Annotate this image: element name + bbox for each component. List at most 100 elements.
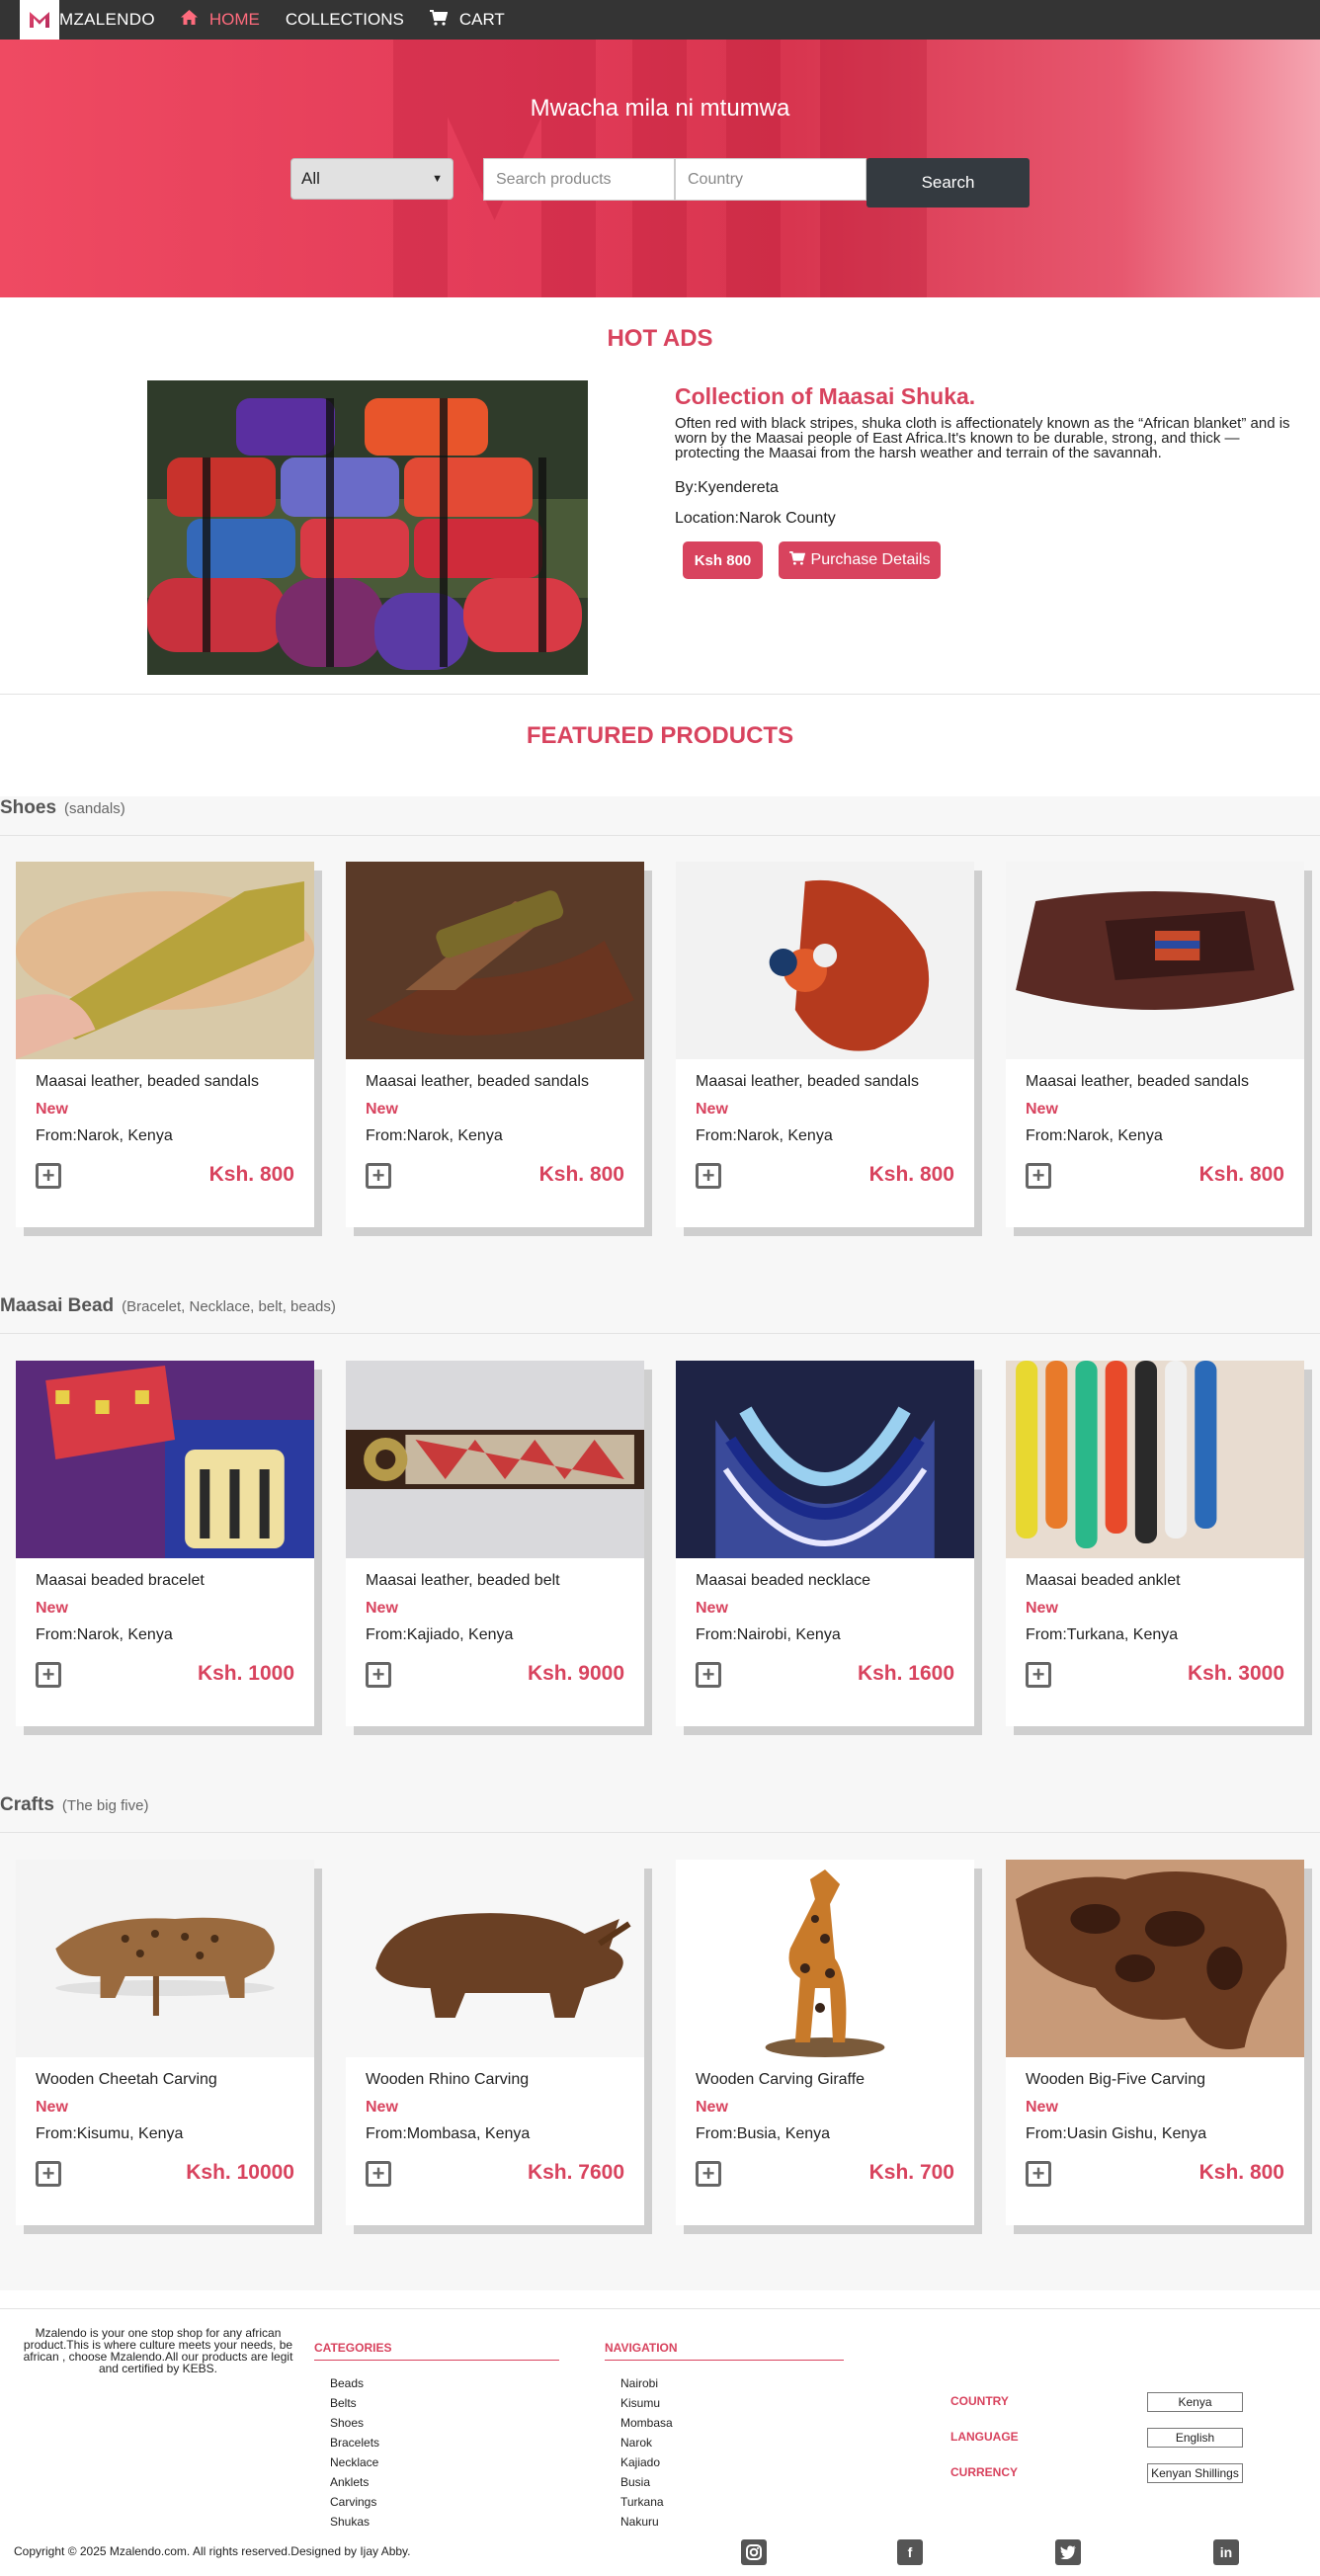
currency-select[interactable]: Kenyan Shillings <box>1147 2463 1243 2483</box>
brand[interactable]: MZALENDO <box>0 0 155 40</box>
product-card[interactable]: Maasai leather, beaded sandals New From:Na… <box>346 862 644 1227</box>
product-card[interactable]: Wooden Rhino Carving New From:Mombasa, Ken… <box>346 1860 644 2225</box>
product-image[interactable] <box>676 1860 974 2057</box>
product-origin: From:Kajiado, Kenya <box>366 1626 514 1643</box>
add-to-cart-icon[interactable]: + <box>1026 1163 1051 1189</box>
divider <box>314 2360 559 2361</box>
twitter-icon[interactable] <box>1055 2539 1081 2565</box>
product-image[interactable] <box>16 1860 314 2057</box>
product-card[interactable]: Maasai leather, beaded sandals New From:Na… <box>16 862 314 1227</box>
top-navbar: MZALENDO HOME COLLECTIONS CART <box>0 0 1320 40</box>
product-origin: From:Kisumu, Kenya <box>36 2125 184 2142</box>
footer-navigation-link[interactable]: Mombasa <box>620 2416 673 2430</box>
product-name[interactable]: Wooden Big-Five Carving <box>1026 2071 1205 2089</box>
instagram-icon[interactable] <box>741 2539 767 2565</box>
product-card[interactable]: Maasai leather, beaded sandals New From:Na… <box>1006 862 1304 1227</box>
nav-cart[interactable]: CART <box>429 9 505 31</box>
product-name[interactable]: Wooden Cheetah Carving <box>36 2071 217 2089</box>
product-image[interactable] <box>346 862 644 1059</box>
add-to-cart-icon[interactable]: + <box>36 2161 61 2187</box>
footer-category-link[interactable]: Shukas <box>330 2515 370 2529</box>
product-price: Ksh. 7600 <box>527 2161 624 2184</box>
footer-category-link[interactable]: Necklace <box>330 2455 378 2469</box>
add-to-cart-icon[interactable]: + <box>696 2161 721 2187</box>
hot-ad-location: Location:Narok County <box>675 510 836 527</box>
product-card[interactable]: Maasai beaded bracelet New From:Narok, Ken… <box>16 1361 314 1726</box>
product-name[interactable]: Wooden Rhino Carving <box>366 2071 529 2089</box>
product-badge: New <box>696 1101 728 1118</box>
product-image[interactable] <box>1006 1860 1304 2057</box>
product-image[interactable] <box>1006 862 1304 1059</box>
linkedin-icon[interactable]: in <box>1213 2539 1239 2565</box>
footer-navigation-link[interactable]: Kisumu <box>620 2396 660 2410</box>
product-image[interactable] <box>1006 1361 1304 1558</box>
footer-category-link[interactable]: Bracelets <box>330 2436 379 2450</box>
facebook-icon[interactable]: f <box>897 2539 923 2565</box>
product-origin: From:Narok, Kenya <box>696 1127 833 1144</box>
nav-collections[interactable]: COLLECTIONS <box>286 10 404 30</box>
category-select[interactable]: All ▼ <box>290 158 454 200</box>
product-image[interactable] <box>676 1361 974 1558</box>
search-input[interactable]: Search products <box>483 158 675 201</box>
product-name[interactable]: Maasai leather, beaded sandals <box>1026 1073 1249 1091</box>
footer-navigation-heading: NAVIGATION <box>605 2341 678 2355</box>
add-to-cart-icon[interactable]: + <box>696 1662 721 1688</box>
product-image[interactable] <box>16 862 314 1059</box>
product-name[interactable]: Maasai leather, beaded sandals <box>696 1073 919 1091</box>
nav-home[interactable]: HOME <box>180 10 260 30</box>
footer-navigation-link[interactable]: Kajiado <box>620 2455 660 2469</box>
product-name[interactable]: Maasai leather, beaded belt <box>366 1572 560 1590</box>
footer-category-link[interactable]: Shoes <box>330 2416 364 2430</box>
product-name[interactable]: Maasai beaded necklace <box>696 1572 870 1590</box>
product-card[interactable]: Wooden Cheetah Carving New From:Kisumu, Ke… <box>16 1860 314 2225</box>
search-button[interactable]: Search <box>866 158 1030 208</box>
product-card[interactable]: Maasai beaded anklet New From:Turkana, Ken… <box>1006 1361 1304 1726</box>
footer-category-link[interactable]: Beads <box>330 2376 364 2390</box>
product-card[interactable]: Wooden Big-Five Carving New From:Uasin Gis… <box>1006 1860 1304 2225</box>
product-card[interactable]: Maasai leather, beaded belt New From:Kajia… <box>346 1361 644 1726</box>
add-to-cart-icon[interactable]: + <box>1026 1662 1051 1688</box>
product-image[interactable] <box>346 1860 644 2057</box>
product-card[interactable]: Maasai leather, beaded sandals New From:Na… <box>676 862 974 1227</box>
footer-navigation-link[interactable]: Nakuru <box>620 2515 659 2529</box>
product-image[interactable] <box>346 1361 644 1558</box>
product-name[interactable]: Wooden Carving Giraffe <box>696 2071 865 2089</box>
product-card[interactable]: Wooden Carving Giraffe New From:Busia, Ken… <box>676 1860 974 2225</box>
add-to-cart-icon[interactable]: + <box>36 1163 61 1189</box>
add-to-cart-icon[interactable]: + <box>366 2161 391 2187</box>
hot-ad-description: Often red with black stripes, shuka clot… <box>675 415 1290 461</box>
product-name[interactable]: Maasai leather, beaded sandals <box>36 1073 259 1091</box>
purchase-details-button[interactable]: Purchase Details <box>779 541 941 579</box>
add-to-cart-icon[interactable]: + <box>696 1163 721 1189</box>
footer-category-link[interactable]: Belts <box>330 2396 357 2410</box>
product-origin: From:Mombasa, Kenya <box>366 2125 531 2142</box>
product-image[interactable] <box>16 1361 314 1558</box>
product-badge: New <box>696 2099 728 2116</box>
category-name: Maasai Bead <box>0 1295 115 1316</box>
add-to-cart-icon[interactable]: + <box>366 1662 391 1688</box>
product-name[interactable]: Maasai beaded anklet <box>1026 1572 1181 1590</box>
product-origin: From:Narok, Kenya <box>366 1127 503 1144</box>
footer-navigation-link[interactable]: Narok <box>620 2436 652 2450</box>
cart-icon <box>429 9 449 31</box>
product-price: Ksh. 800 <box>208 1163 294 1186</box>
country-input[interactable]: Country <box>675 158 866 201</box>
product-card[interactable]: Maasai beaded necklace New From:Nairobi, K… <box>676 1361 974 1726</box>
add-to-cart-icon[interactable]: + <box>36 1662 61 1688</box>
footer-navigation-link[interactable]: Turkana <box>620 2495 664 2509</box>
product-name[interactable]: Maasai beaded bracelet <box>36 1572 205 1590</box>
country-select[interactable]: Kenya <box>1147 2392 1243 2412</box>
language-select[interactable]: English <box>1147 2428 1243 2448</box>
add-to-cart-icon[interactable]: + <box>1026 2161 1051 2187</box>
add-to-cart-icon[interactable]: + <box>366 1163 391 1189</box>
footer-category-link[interactable]: Anklets <box>330 2475 369 2489</box>
product-image[interactable] <box>676 862 974 1059</box>
footer-navigation-link[interactable]: Busia <box>620 2475 650 2489</box>
hot-ad-title[interactable]: Collection of Maasai Shuka. <box>675 383 975 410</box>
footer-category-link[interactable]: Carvings <box>330 2495 376 2509</box>
footer-navigation-link[interactable]: Nairobi <box>620 2376 658 2390</box>
hot-ad-image[interactable] <box>147 380 588 675</box>
product-name[interactable]: Maasai leather, beaded sandals <box>366 1073 589 1091</box>
copyright-text: Copyright © 2025 Mzalendo.com. All right… <box>14 2544 411 2558</box>
country-label: COUNTRY <box>950 2394 1009 2408</box>
